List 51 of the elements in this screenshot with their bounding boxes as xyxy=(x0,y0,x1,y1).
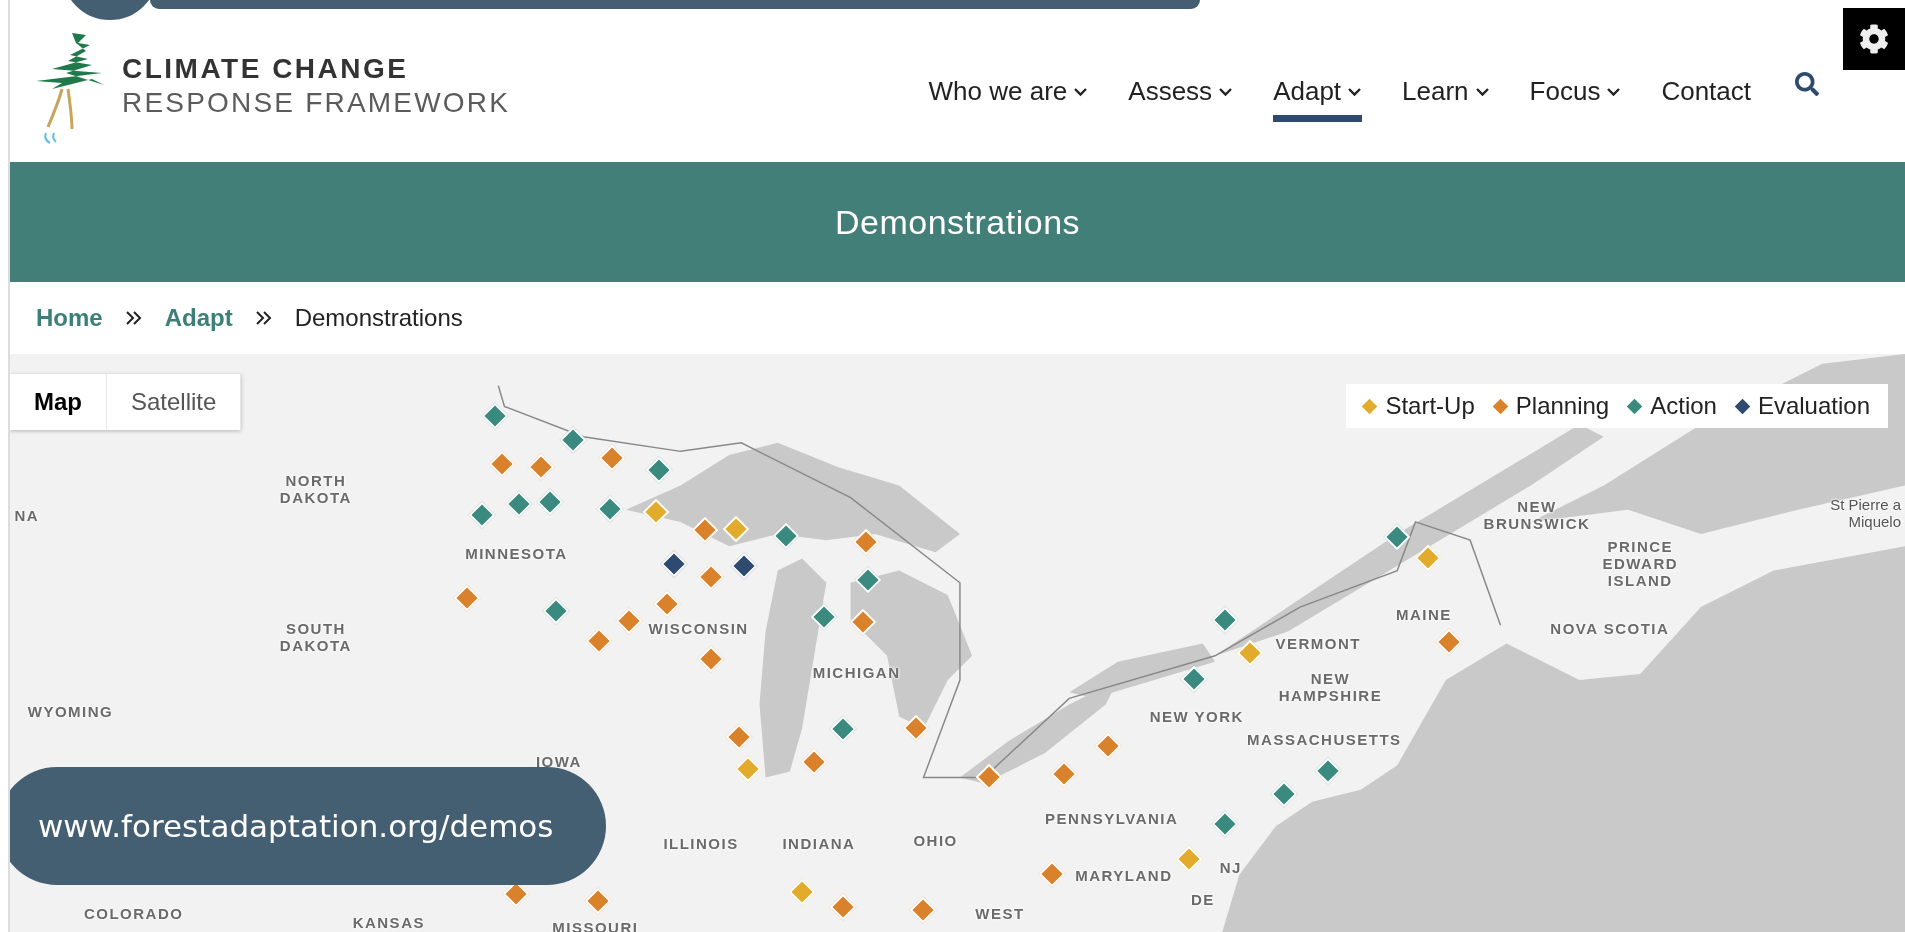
map-place-label: DE xyxy=(1190,890,1215,908)
map-place-label: WISCONSIN xyxy=(648,619,749,637)
double-chevron-icon xyxy=(254,310,273,326)
map-place-label: NEW YORK xyxy=(1149,707,1244,725)
map-place-label: MISSOURI xyxy=(552,918,639,932)
settings-icon[interactable] xyxy=(1843,8,1905,70)
logo-subtitle: RESPONSE FRAMEWORK xyxy=(122,86,511,120)
logo-title: CLIMATE CHANGE xyxy=(122,52,410,86)
map-place-label: INDIANA xyxy=(782,834,856,852)
map-place-label: PENNSYLVANIA xyxy=(1045,809,1179,827)
legend-label: Action xyxy=(1650,392,1717,420)
nav-link[interactable]: Contact xyxy=(1661,66,1751,122)
map-place-label: NORTH DAKOTA xyxy=(279,471,352,506)
nav-link[interactable]: Learn xyxy=(1402,66,1490,122)
nav-link[interactable]: Assess xyxy=(1128,66,1234,122)
map-place-label: KANSAS xyxy=(352,913,425,931)
legend-label: Evaluation xyxy=(1757,392,1870,420)
nav-link[interactable]: Focus xyxy=(1529,66,1622,122)
map-place-label: MAINE xyxy=(1396,605,1452,623)
breadcrumb-link[interactable]: Adapt xyxy=(164,304,233,332)
nav-link[interactable]: Adapt xyxy=(1273,66,1363,122)
map-place-label: MINNESOTA xyxy=(465,544,568,562)
double-chevron-icon xyxy=(124,310,143,326)
page-title: Demonstrations xyxy=(834,202,1081,242)
map-place-label: St Pierre a xyxy=(1830,495,1901,513)
legend-label: Planning xyxy=(1515,392,1610,420)
map-place-label: NOVA SCOTIA xyxy=(1550,619,1670,637)
map-place-label: IOWA xyxy=(535,752,582,770)
map-place-label: NEW BRUNSWICK xyxy=(1483,498,1591,533)
nav-link[interactable]: Who we are xyxy=(928,66,1089,122)
legend-label: Start-Up xyxy=(1385,392,1475,420)
map-place-label: WEST xyxy=(975,904,1025,922)
map-place-label: PRINCE EDWARD ISLAND xyxy=(1602,537,1679,589)
map-place-label: ILLINOIS xyxy=(663,834,739,852)
map-place-label: WYOMING xyxy=(27,702,114,720)
map-place-label: NA xyxy=(14,506,40,524)
map-place-label: OHIO xyxy=(913,831,958,849)
map-place-label: NJ xyxy=(1219,858,1242,875)
breadcrumb-link[interactable]: Home xyxy=(36,304,103,332)
map-place-label: VERMONT xyxy=(1275,634,1361,652)
map-type-tab[interactable]: Satellite xyxy=(107,374,242,430)
map-place-label: SOUTH DAKOTA xyxy=(279,619,352,654)
map-type-tab[interactable]: Map xyxy=(10,374,107,430)
breadcrumb-current: Demonstrations xyxy=(294,304,463,332)
map-place-label: COLORADO xyxy=(83,904,184,922)
map-place-label: MASSACHUSETTS xyxy=(1247,730,1402,748)
map-place-label: MICHIGAN xyxy=(812,663,901,681)
map-place-label: Miquelo xyxy=(1848,512,1901,530)
map-place-label: MARYLAND xyxy=(1075,866,1173,884)
map-place-label: NEW HAMPSHIRE xyxy=(1278,669,1383,704)
url-text: www.forestadaptation.org/demos xyxy=(38,808,554,844)
